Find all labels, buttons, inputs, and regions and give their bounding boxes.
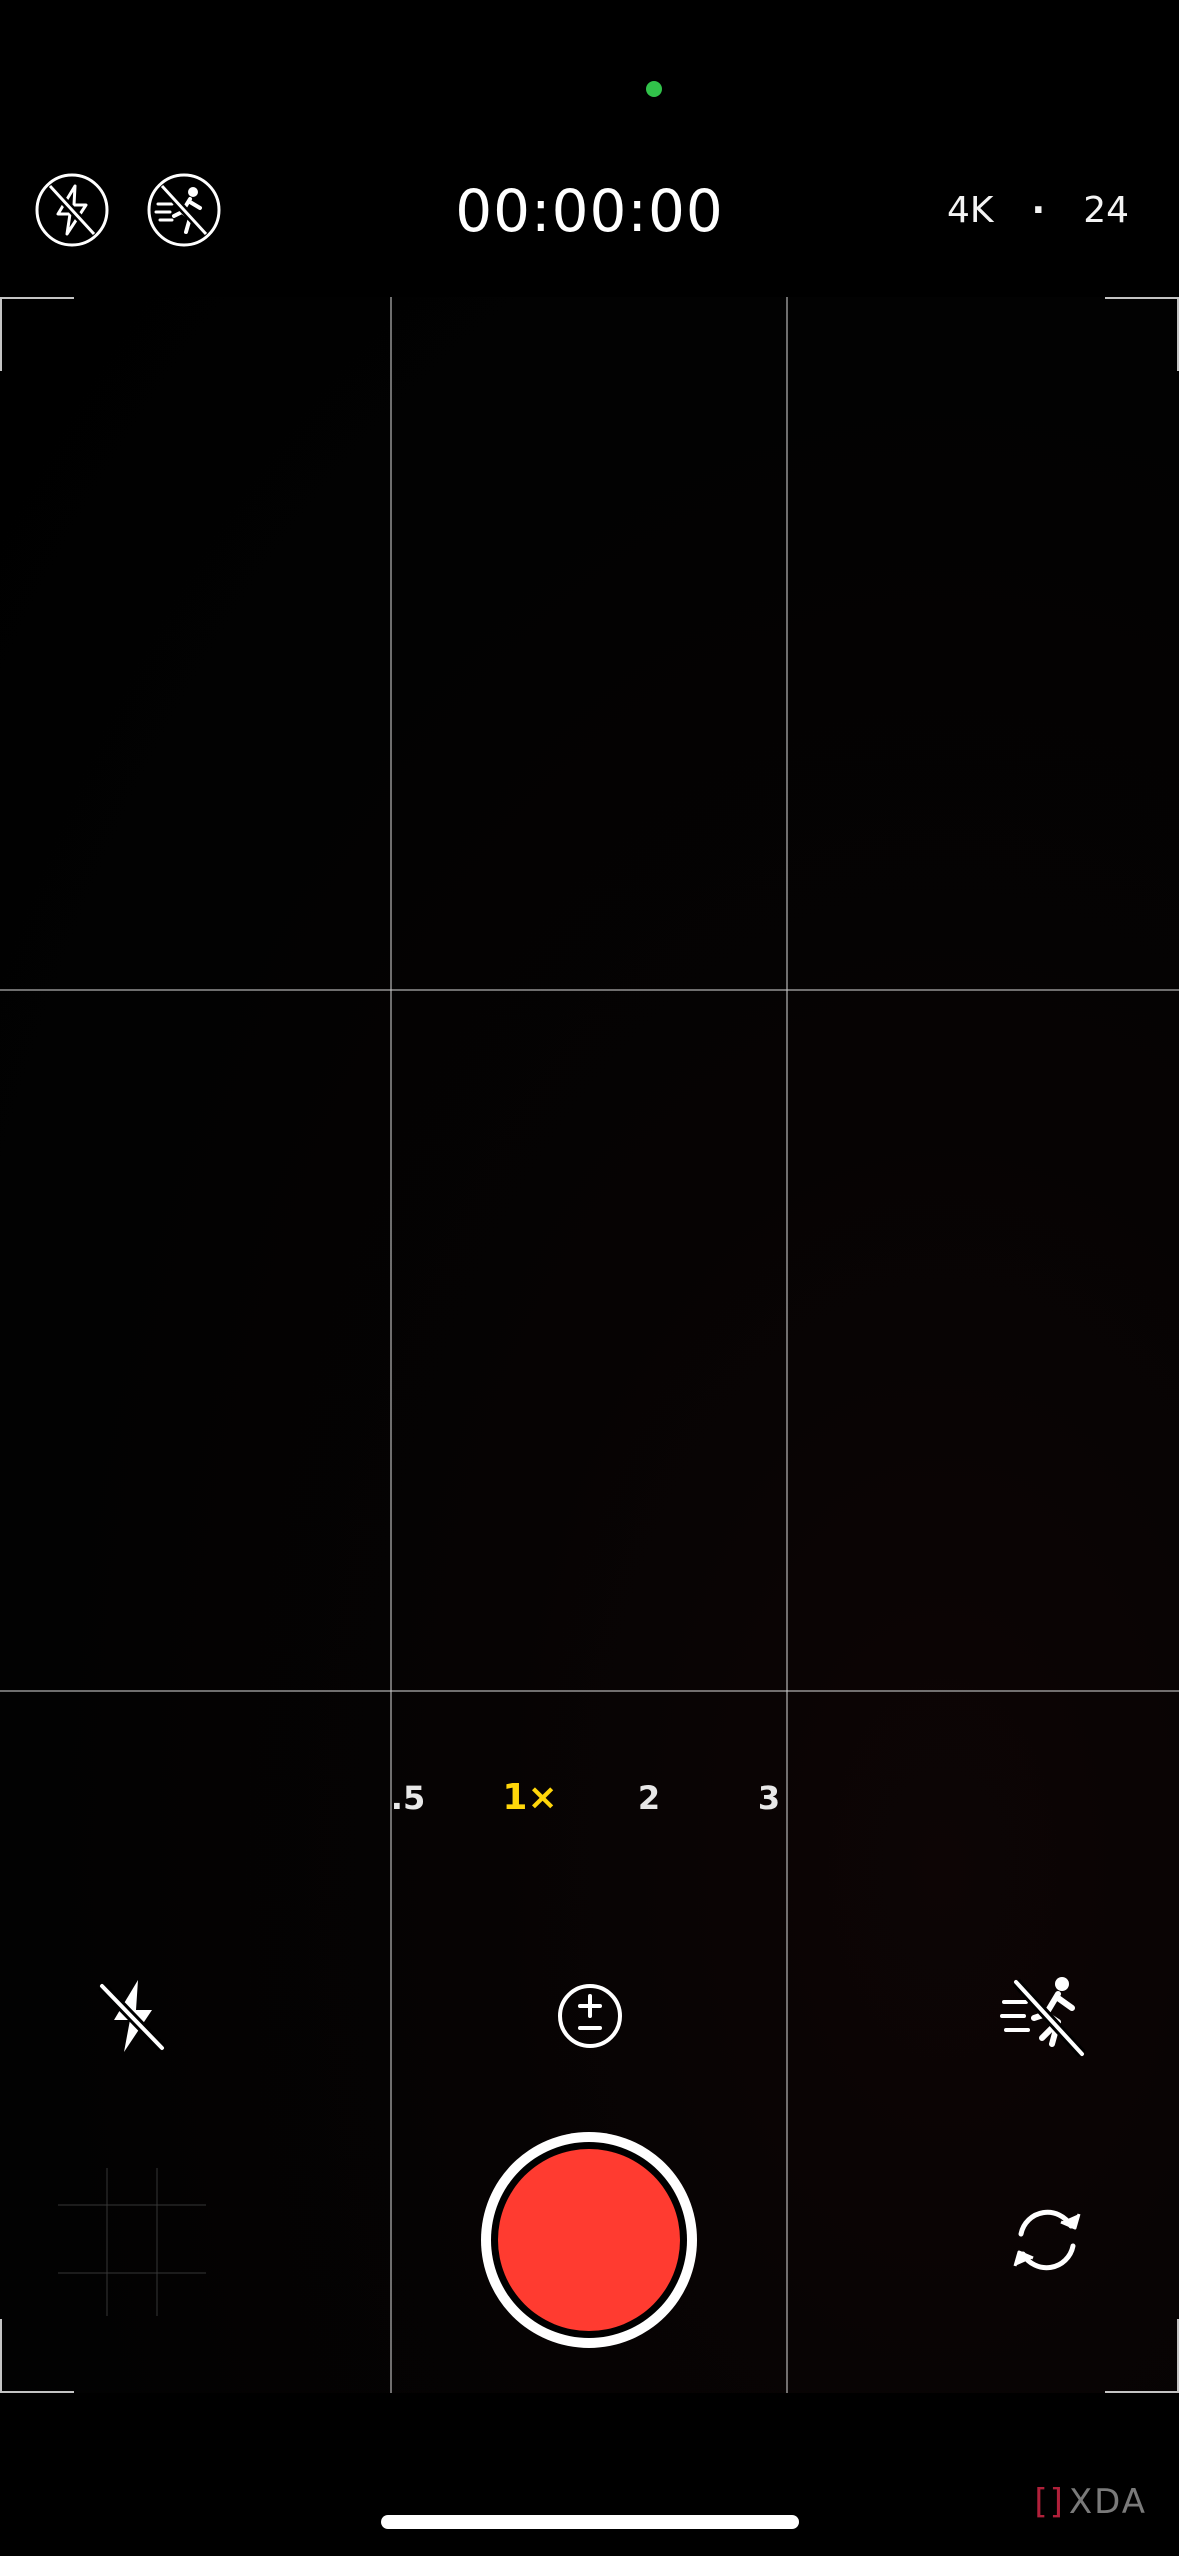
thumbnail-grid-line — [58, 2272, 206, 2274]
xda-logo-text: XDA — [1068, 2482, 1147, 2522]
camera-flip-icon — [1013, 2209, 1081, 2271]
frame-corner — [0, 2319, 74, 2393]
zoom-option-0-5x[interactable]: .5 — [363, 1766, 453, 1830]
exposure-plus-minus-icon — [558, 1984, 622, 2048]
grid-line-horizontal — [0, 1690, 1179, 1692]
grid-line-horizontal — [0, 989, 1179, 991]
frame-corner — [0, 297, 74, 371]
video-format-selector[interactable]: 4K · 24 — [947, 186, 1129, 236]
resolution-label[interactable]: 4K — [947, 186, 994, 236]
format-separator: · — [1031, 190, 1046, 231]
flash-off-icon — [98, 1980, 166, 2052]
record-button[interactable] — [481, 2132, 697, 2348]
record-button-fill — [498, 2149, 680, 2331]
zoom-option-3x[interactable]: 3 — [724, 1766, 814, 1830]
zoom-option-1x[interactable]: 1× — [485, 1766, 575, 1830]
grid-line-vertical — [786, 297, 788, 2393]
frame-corner — [1105, 2319, 1179, 2393]
xda-watermark: [] XDA — [1034, 2482, 1147, 2522]
zoom-option-2x[interactable]: 2 — [604, 1766, 694, 1830]
action-mode-button[interactable] — [998, 1968, 1094, 2064]
flash-button[interactable] — [84, 1968, 180, 2064]
home-indicator[interactable] — [381, 2515, 799, 2529]
switch-camera-button[interactable] — [999, 2192, 1095, 2288]
xda-logo-mark: [] — [1034, 2482, 1065, 2522]
camera-viewfinder[interactable] — [0, 297, 1179, 2393]
action-mode-off-icon — [1000, 1977, 1086, 2058]
frame-rate-label[interactable]: 24 — [1083, 186, 1129, 236]
privacy-indicator-dot — [646, 81, 662, 97]
last-capture-thumbnail[interactable] — [58, 2168, 206, 2316]
thumbnail-grid-line — [106, 2168, 108, 2316]
thumbnail-grid-line — [58, 2204, 206, 2206]
exposure-button[interactable] — [542, 1968, 638, 2064]
thumbnail-grid-line — [156, 2168, 158, 2316]
zoom-selector: .5 1× 2 3 — [0, 1766, 1179, 1830]
grid-line-vertical — [390, 297, 392, 2393]
frame-corner — [1105, 297, 1179, 371]
